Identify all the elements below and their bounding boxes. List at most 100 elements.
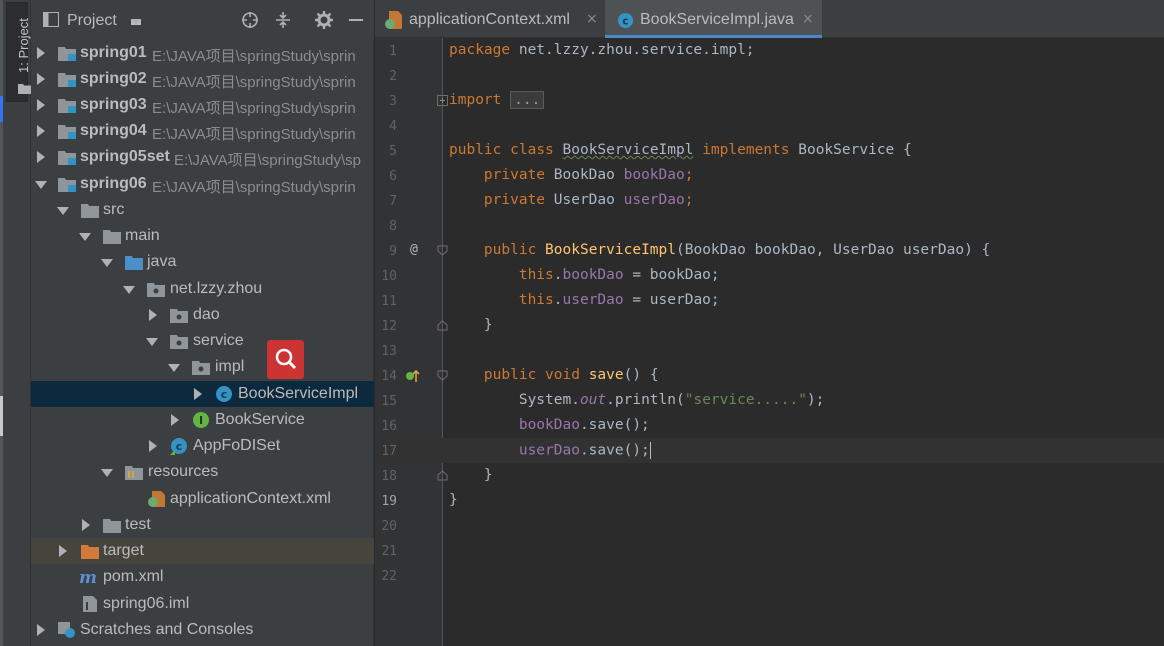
svg-text:I: I [199,414,203,427]
line-number: 17 [381,444,397,459]
tab-applicationcontext[interactable]: applicationContext.xml × [375,0,603,38]
tree-item-main[interactable]: main [31,223,374,249]
class-icon: c [617,12,634,29]
code-line: private BookDao bookDao; [483,167,694,183]
fold-icon[interactable] [437,320,448,331]
line-number: 7 [389,194,397,209]
module-icon [58,47,76,61]
source-folder-icon [125,256,143,270]
code-line: public BookServiceImpl(BookDao bookDao, … [483,242,991,258]
project-tool-tab[interactable]: 1: Project [6,2,32,102]
project-tool-label: 1: Project [16,18,31,73]
svg-text:c: c [176,440,183,453]
line-number: 13 [381,344,397,359]
code-editor[interactable] [444,38,1164,646]
svg-text:m: m [79,569,97,585]
override-marker-icon[interactable]: @ [410,242,418,257]
module-icon [58,99,76,113]
tree-item-applicationcontext[interactable]: applicationContext.xml [31,486,374,512]
tool-window-stripe: 1: Project [0,0,32,646]
folded-imports[interactable]: ... [510,91,545,109]
package-icon [170,335,188,349]
line-number: 10 [381,269,397,284]
line-number: 8 [389,219,397,234]
search-overlay-button[interactable] [267,340,304,379]
collapse-icon[interactable] [274,11,292,29]
tree-item-spring04[interactable]: spring04 E:\JAVA项目\springStudy\sprin [31,118,374,144]
module-icon [58,125,76,139]
project-panel-header: Project [31,0,374,40]
class-icon: c [216,386,232,402]
implements-method-icon[interactable] [404,368,420,384]
tree-item-bookservice[interactable]: I BookService [31,407,374,433]
resources-folder-icon [125,466,143,480]
tree-item-pom[interactable]: m pom.xml [31,564,374,590]
tree-item-spring01[interactable]: spring01 E:\JAVA项目\springStudy\sprin [31,40,374,66]
tree-item-iml[interactable]: spring06.iml [31,591,374,617]
fold-icon[interactable] [437,95,448,106]
tree-item-target[interactable]: target [31,538,374,564]
module-icon [58,178,76,192]
text-caret [649,442,651,459]
code-line: public void save() { [483,367,659,383]
main-class-icon: c [170,438,187,455]
gear-icon[interactable] [315,11,333,29]
fold-icon[interactable] [437,470,448,481]
tree-item-service[interactable]: service [31,328,374,354]
code-line: this.bookDao = bookDao; [518,267,720,283]
tab-bookserviceimpl[interactable]: c BookServiceImpl.java × [605,0,822,38]
minimize-icon[interactable] [347,11,365,29]
line-number: 9 [389,244,397,259]
tree-item-package-root[interactable]: net.lzzy.zhou [31,276,374,302]
tree-item-src[interactable]: src [31,197,374,223]
window-edge [0,0,3,646]
line-number: 2 [389,69,397,84]
locate-icon[interactable] [241,11,259,29]
project-view-icon [43,12,59,27]
tree-item-spring06[interactable]: spring06 E:\JAVA项目\springStudy\sprin [31,171,374,197]
code-line: userDao.save(); [518,442,651,459]
folder-icon [103,519,121,533]
line-number: 1 [389,44,397,59]
code-line: } [449,492,458,508]
tree-item-bookserviceimpl[interactable]: c BookServiceImpl [31,381,374,407]
chevron-down-icon[interactable] [131,19,141,25]
tree-item-spring03[interactable]: spring03 E:\JAVA项目\springStudy\sprin [31,92,374,118]
code-line: package net.lzzy.zhou.service.impl; [449,42,755,58]
fold-icon[interactable] [437,370,448,381]
spring-xml-icon [385,11,402,29]
package-icon [192,361,210,375]
line-number: 11 [381,294,397,309]
close-icon[interactable]: × [586,11,598,27]
line-number: 18 [381,469,397,484]
maven-icon: m [79,569,97,585]
line-number: 14 [381,369,397,384]
code-line: bookDao.save(); [518,417,650,433]
iml-icon [83,596,97,612]
svg-text:c: c [622,15,628,27]
tree-item-resources[interactable]: resources [31,459,374,485]
package-icon [147,283,165,297]
code-line: this.userDao = userDao; [518,292,720,308]
tree-item-appfodiset[interactable]: c AppFoDISet [31,433,374,459]
excluded-folder-icon [81,545,99,559]
tree-item-dao[interactable]: dao [31,302,374,328]
tree-item-java[interactable]: java [31,249,374,275]
tree-item-impl[interactable]: impl [31,354,374,380]
module-icon [58,73,76,87]
tree-item-scratches[interactable]: Scratches and Consoles [31,617,374,643]
project-panel-title[interactable]: Project [67,12,117,30]
tree-item-spring05set[interactable]: spring05set E:\JAVA项目\springStudy\sp [31,144,374,170]
code-line: } [483,317,493,333]
tree-item-test[interactable]: test [31,512,374,538]
tree-item-spring02[interactable]: spring02 E:\JAVA项目\springStudy\sprin [31,66,374,92]
fold-icon[interactable] [437,245,448,256]
spring-xml-icon [148,491,165,507]
close-icon[interactable]: × [802,11,814,27]
svg-text:c: c [221,388,228,401]
line-number: 16 [381,419,397,434]
folder-icon [81,204,99,218]
project-panel: Project spring01 E:\JAVA项目\springStudy\s… [31,0,374,646]
line-number: 19 [381,494,397,509]
line-number: 6 [389,169,397,184]
